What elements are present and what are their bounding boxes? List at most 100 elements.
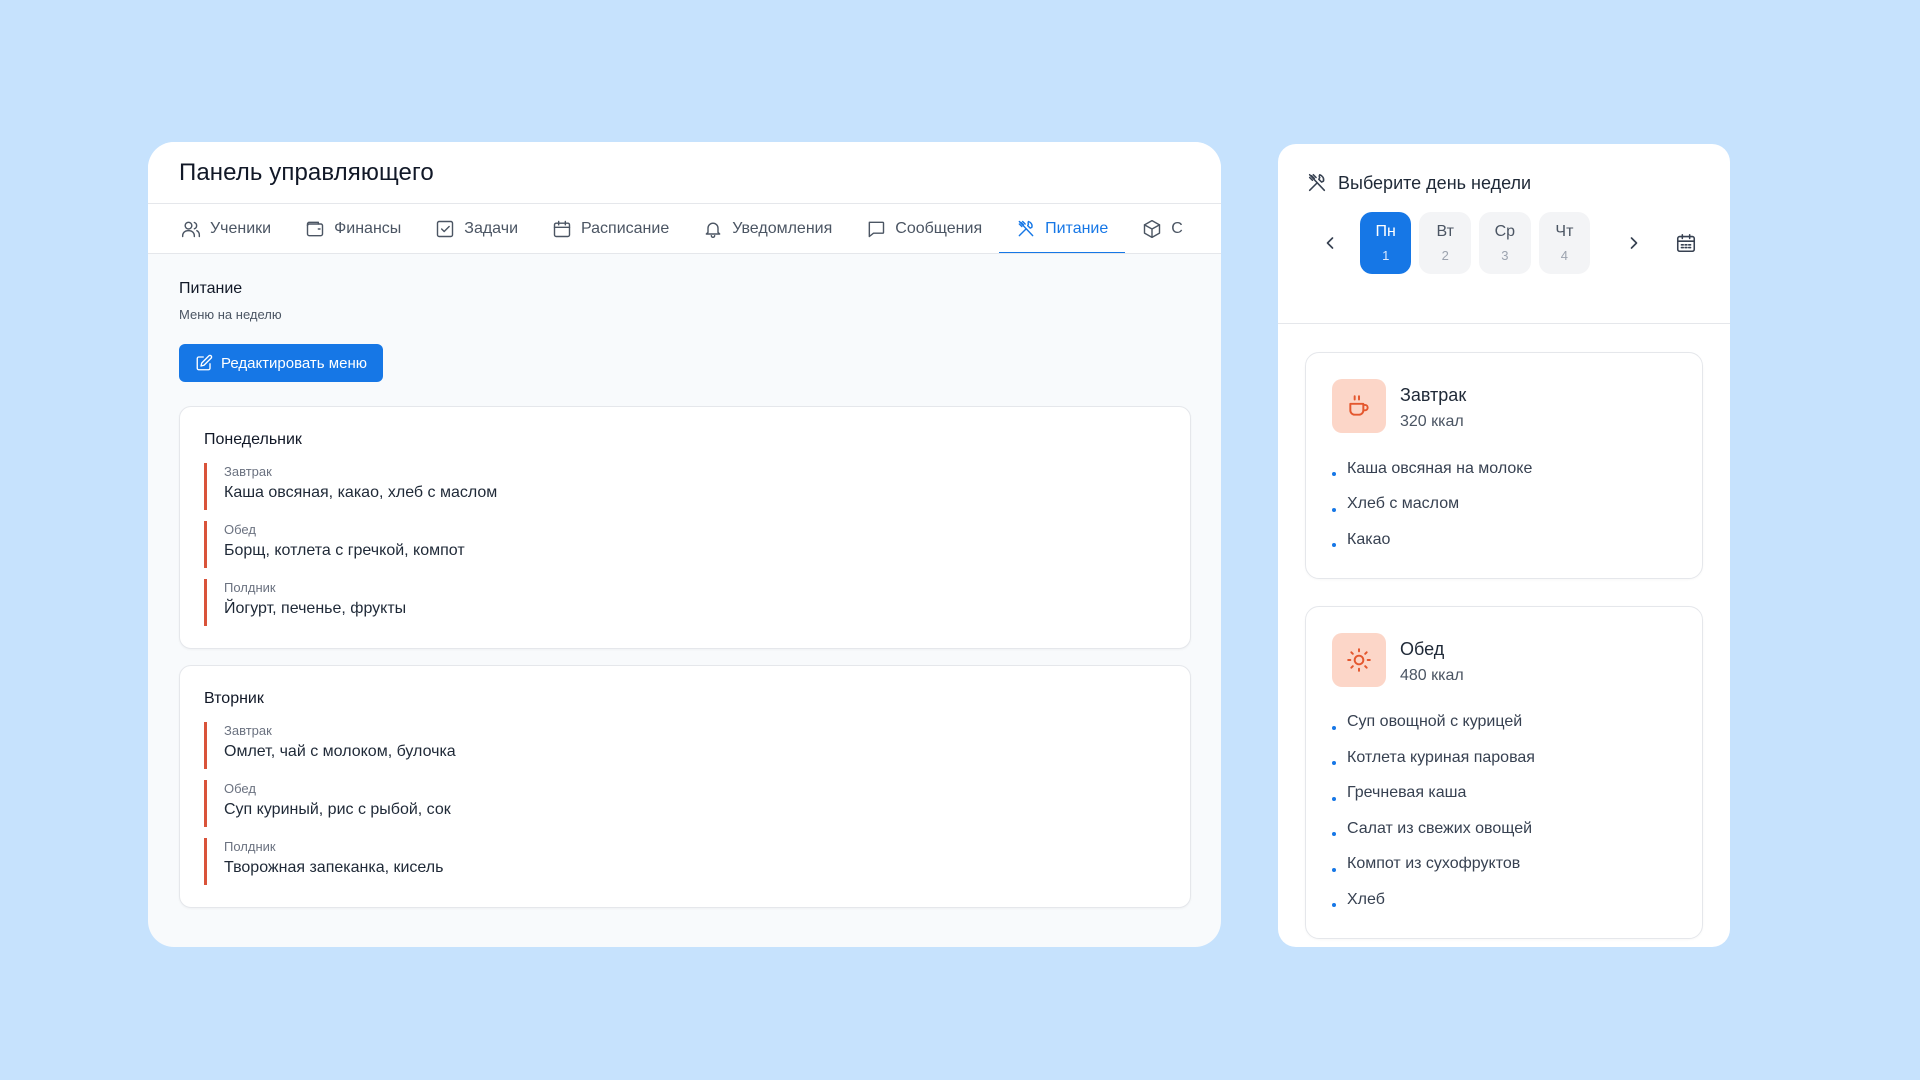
tab-notifications[interactable]: Уведомления: [686, 204, 849, 253]
next-day-button[interactable]: [1618, 226, 1650, 260]
meal-card-lunch: Обед 480 ккал Суп овощной с курицей Котл…: [1305, 605, 1703, 939]
tab-schedule[interactable]: Расписание: [535, 204, 686, 253]
meal-card-title: Обед: [1400, 638, 1445, 659]
meal-text: Творожная запеканка, кисель: [224, 859, 444, 876]
list-item: Котлета куриная паровая: [1332, 740, 1676, 776]
section-title: Питание: [179, 280, 243, 297]
meal-text: Каша овсяная, какао, хлеб с маслом: [224, 484, 498, 501]
chevron-right-icon: [1630, 237, 1638, 249]
tab-label: Расписание: [581, 219, 670, 237]
tab-label: С: [1171, 219, 1183, 237]
meal-text: Йогурт, печенье, фрукты: [224, 600, 407, 617]
day-picker: Пн 1 Вт 2 Ср 3 Чт 4: [1306, 212, 1702, 274]
day-chip-number: 3: [1501, 248, 1509, 263]
meal-text: Суп куриный, рис с рыбой, сок: [224, 801, 451, 818]
list-item: Гречневая каша: [1332, 776, 1676, 812]
meal-label: Обед: [224, 781, 256, 796]
wallet-icon: [306, 221, 324, 236]
day-card-tuesday: Вторник Завтрак Омлет, чай с молоком, бу…: [179, 665, 1191, 908]
heading-text: Выберите день недели: [1338, 172, 1532, 193]
prev-day-button[interactable]: [1314, 226, 1346, 260]
list-item: Компот из сухофруктов: [1332, 847, 1676, 883]
list-item: Салат из свежих овощей: [1332, 811, 1676, 847]
tab-label: Сообщения: [895, 219, 983, 237]
meal-row: Полдник Творожная запеканка, кисель: [204, 838, 1166, 885]
edit-menu-button[interactable]: Редактировать меню: [179, 344, 383, 382]
day-chip-name: Пн: [1375, 223, 1396, 240]
calendar-icon: [553, 220, 571, 237]
page-title: Панель управляющего: [179, 159, 434, 186]
day-chip-number: 2: [1441, 248, 1449, 263]
day-chip-tue[interactable]: Вт 2: [1419, 212, 1472, 274]
day-chip-name: Чт: [1555, 223, 1574, 240]
bell-icon: [705, 222, 721, 238]
coffee-icon: [1349, 395, 1369, 416]
day-picker-heading: Выберите день недели: [1306, 172, 1702, 194]
edit-icon: [196, 354, 213, 371]
meal-row: Обед Борщ, котлета с гречкой, компот: [204, 521, 1166, 568]
tab-nutrition[interactable]: Питание: [999, 204, 1126, 253]
utensils-icon: [1018, 220, 1034, 236]
day-name: Вторник: [204, 690, 264, 707]
tab-label: Финансы: [334, 219, 402, 237]
tab-truncated[interactable]: С: [1125, 204, 1200, 253]
tab-label: Задачи: [464, 219, 518, 237]
meal-label: Завтрак: [224, 723, 272, 738]
tab-label: Ученики: [210, 219, 272, 237]
meal-card-header: Завтрак 320 ккал: [1332, 379, 1676, 433]
tab-label: Уведомления: [732, 219, 833, 237]
meal-label: Полдник: [224, 839, 276, 854]
meal-items: Суп овощной с курицей Котлета куриная па…: [1332, 705, 1676, 918]
panel-body: Питание Меню на неделю Редактировать мен…: [148, 254, 1221, 908]
meal-icon-box: [1332, 632, 1386, 687]
meal-card-titles: Завтрак 320 ккал: [1400, 379, 1466, 431]
calendar-button[interactable]: [1670, 226, 1702, 260]
users-icon: [181, 221, 201, 237]
day-card-monday: Понедельник Завтрак Каша овсяная, какао,…: [179, 406, 1191, 649]
meal-row: Завтрак Омлет, чай с молоком, булочка: [204, 722, 1166, 769]
tab-tasks[interactable]: Задачи: [418, 204, 535, 253]
meal-card-kcal: 320 ккал: [1400, 413, 1464, 430]
tab-finances[interactable]: Финансы: [288, 204, 418, 253]
message-icon: [868, 221, 885, 237]
meal-items: Каша овсяная на молоке Хлеб с маслом Как…: [1332, 451, 1676, 558]
tab-students[interactable]: Ученики: [164, 204, 288, 253]
chevron-left-icon: [1326, 237, 1334, 249]
meal-card-titles: Обед 480 ккал: [1400, 633, 1464, 685]
day-chip-number: 4: [1560, 248, 1569, 263]
day-chip-name: Вт: [1436, 223, 1454, 240]
meal-card-breakfast: Завтрак 320 ккал Каша овсяная на молоке …: [1305, 352, 1703, 579]
panel-header: Панель управляющего: [148, 142, 1221, 204]
meal-card-kcal: 480 ккал: [1400, 666, 1464, 684]
list-item: Какао: [1332, 522, 1676, 558]
list-item: Хлеб: [1332, 882, 1676, 918]
meal-row: Завтрак Каша овсяная, какао, хлеб с масл…: [204, 463, 1166, 510]
sun-icon: [1347, 647, 1371, 672]
tab-messages[interactable]: Сообщения: [849, 204, 999, 253]
manager-panel: Панель управляющего Ученики Финансы Зада…: [148, 142, 1221, 947]
meal-card-title: Завтрак: [1400, 385, 1467, 405]
day-chip-number: 1: [1382, 248, 1390, 263]
tab-bar: Ученики Финансы Задачи Расписание Уведом…: [148, 204, 1221, 254]
tab-label: Питание: [1045, 219, 1109, 237]
day-picker-section: Выберите день недели Пн 1 Вт 2 Ср 3 Чт 4: [1278, 144, 1730, 324]
box-icon: [1144, 219, 1161, 238]
section-subtitle: Меню на неделю: [179, 307, 282, 322]
day-chip-thu[interactable]: Чт 4: [1538, 212, 1591, 274]
list-item: Каша овсяная на молоке: [1332, 451, 1676, 487]
day-chip-name: Ср: [1494, 223, 1516, 240]
calendar-icon: [1677, 233, 1696, 253]
checkbox-icon: [437, 220, 454, 237]
meal-label: Обед: [224, 522, 256, 537]
edit-menu-label: Редактировать меню: [221, 354, 367, 372]
meal-row: Полдник Йогурт, печенье, фрукты: [204, 579, 1166, 626]
day-chip-wed[interactable]: Ср 3: [1479, 212, 1531, 274]
utensils-icon: [1308, 173, 1326, 192]
list-item: Хлеб с маслом: [1332, 487, 1676, 523]
meal-label: Завтрак: [224, 464, 272, 479]
day-name: Понедельник: [204, 431, 302, 448]
day-chip-mon[interactable]: Пн 1: [1359, 212, 1412, 274]
meal-text: Борщ, котлета с гречкой, компот: [224, 542, 465, 559]
meal-row: Обед Суп куриный, рис с рыбой, сок: [204, 780, 1166, 827]
meal-card-header: Обед 480 ккал: [1332, 632, 1676, 687]
